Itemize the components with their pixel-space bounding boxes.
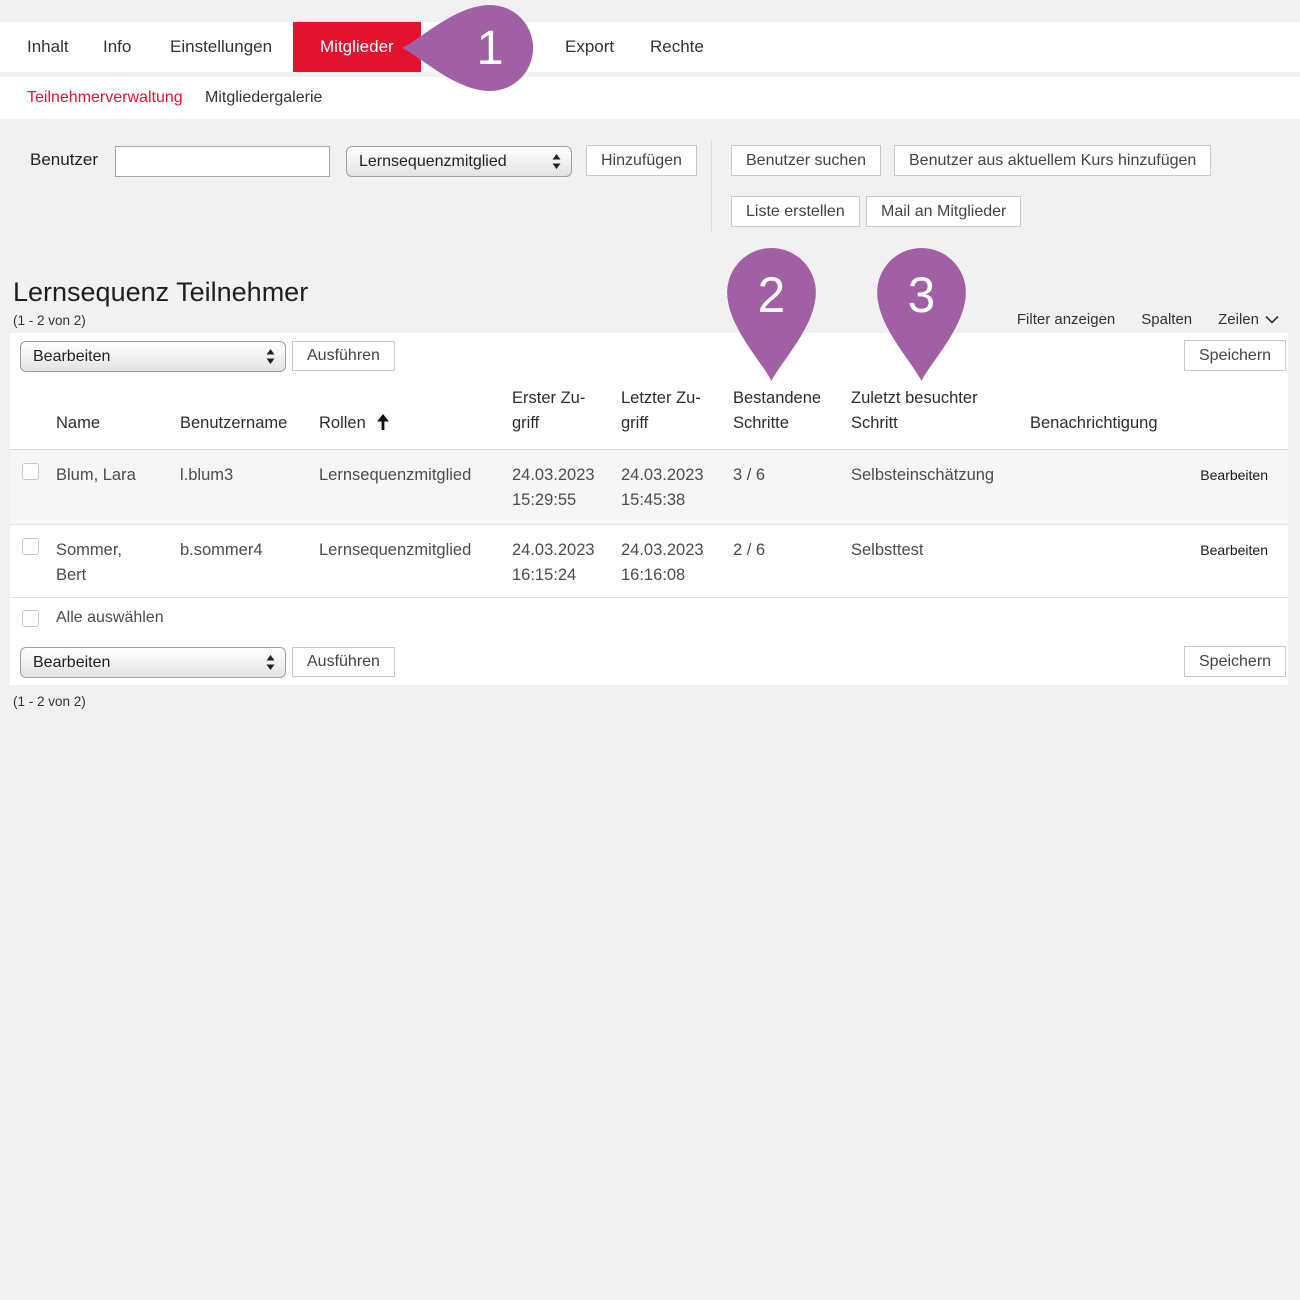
ausfuehren-button-top[interactable]: Ausführen (292, 341, 395, 371)
subtab-teilnehmerverwaltung[interactable]: Teilnehmerverwaltung (27, 77, 183, 119)
col-header-erster-zugriff[interactable]: Erster Zu- griff (512, 386, 621, 449)
row-checkbox[interactable] (22, 538, 39, 555)
subtab-mitgliedergalerie[interactable]: Mitgliedergalerie (205, 77, 322, 119)
cell-last-step: Selbsttest (851, 525, 1030, 597)
cell-last-access: 24.03.202316:16:08 (621, 525, 733, 597)
table-row: Sommer,Bert b.sommer4 Lernsequenzmitglie… (10, 524, 1288, 598)
col-header-erster-zugriff-l2: griff (512, 411, 621, 436)
zeilen-link-label: Zeilen (1218, 311, 1259, 328)
table-tools: Filter anzeigen Spalten Zeilen (1017, 311, 1279, 328)
callout-3-number: 3 (908, 267, 936, 323)
cell-passed-steps: 2 / 6 (733, 525, 851, 597)
cell-passed-steps: 3 / 6 (733, 450, 851, 524)
benutzer-label: Benutzer (30, 150, 98, 170)
cell-name: Blum, Lara (56, 450, 180, 524)
col-header-bestandene-schritte[interactable]: Bestandene Schritte (733, 386, 851, 449)
cell-role: Lernsequenzmitglied (319, 525, 512, 597)
cell-username: b.sommer4 (180, 525, 319, 597)
zeilen-link[interactable]: Zeilen (1218, 311, 1279, 328)
form-divider (711, 140, 712, 231)
col-header-letzter-zugriff[interactable]: Letzter Zu- griff (621, 386, 733, 449)
role-select-value: Lernsequenzmitglied (359, 153, 552, 171)
row-bearbeiten-link[interactable]: Bearbeiten (1200, 467, 1268, 483)
col-header-letzter-zugriff-l1: Letzter Zu- (621, 386, 733, 411)
sort-ascending-icon (376, 414, 390, 430)
table-row: Blum, Lara l.blum3 Lernsequenzmitglied 2… (10, 450, 1288, 524)
page-title: Lernsequenz Teilnehmer (13, 277, 308, 308)
cell-first-access: 24.03.202315:29:55 (512, 450, 621, 524)
select-all-label: Alle auswählen (56, 609, 164, 627)
benutzer-aus-kurs-button[interactable]: Benutzer aus aktuellem Kurs hinzufügen (894, 145, 1211, 176)
cell-first-access: 24.03.202316:15:24 (512, 525, 621, 597)
col-header-benachrichtigung[interactable]: Benachrichtigung (1030, 411, 1180, 449)
result-count-top: (1 - 2 von 2) (13, 313, 86, 328)
col-header-erster-zugriff-l1: Erster Zu- (512, 386, 621, 411)
select-all-row: Alle auswählen (10, 598, 1288, 638)
speichern-button-top[interactable]: Speichern (1184, 340, 1286, 371)
user-search-input[interactable] (115, 146, 330, 177)
cell-notification (1030, 450, 1180, 524)
page: Inhalt Info Einstellungen Mitglieder Exp… (0, 0, 1300, 1300)
tab-export[interactable]: Export (565, 22, 614, 72)
cell-role: Lernsequenzmitglied (319, 450, 512, 524)
col-header-benutzername[interactable]: Benutzername (180, 411, 319, 449)
result-count-bottom: (1 - 2 von 2) (13, 694, 86, 709)
select-all-checkbox[interactable] (22, 610, 39, 627)
tab-info[interactable]: Info (103, 22, 131, 72)
col-header-zuletzt-l1: Zuletzt besuchter (851, 386, 1030, 411)
col-header-rollen[interactable]: Rollen (319, 411, 512, 449)
course-tab-bar: Inhalt Info Einstellungen Mitglieder Exp… (0, 22, 1300, 72)
col-header-zuletzt-l2: Schritt (851, 411, 1030, 436)
tab-mitglieder-active[interactable]: Mitglieder (293, 22, 421, 72)
members-subnav: Teilnehmerverwaltung Mitgliedergalerie (0, 77, 1300, 119)
col-header-zuletzt-besuchter-schritt[interactable]: Zuletzt besuchter Schritt (851, 386, 1030, 449)
tab-einstellungen[interactable]: Einstellungen (170, 22, 272, 72)
chevron-down-icon (1265, 315, 1279, 324)
bulk-action-value-bottom: Bearbeiten (33, 654, 266, 672)
cell-notification (1030, 525, 1180, 597)
col-header-name[interactable]: Name (56, 411, 180, 449)
spalten-link[interactable]: Spalten (1141, 311, 1192, 328)
bulk-action-select-top[interactable]: Bearbeiten (20, 341, 286, 372)
tab-inhalt[interactable]: Inhalt (27, 22, 69, 72)
select-updown-icon (552, 154, 561, 169)
col-header-rollen-label: Rollen (319, 414, 366, 432)
col-header-bestandene-l2: Schritte (733, 411, 851, 436)
hinzufuegen-button[interactable]: Hinzufügen (586, 145, 697, 176)
bulk-action-value-top: Bearbeiten (33, 348, 266, 366)
bulk-action-select-bottom[interactable]: Bearbeiten (20, 647, 286, 678)
participants-table-panel: Bearbeiten Ausführen Speichern Name Benu… (10, 333, 1288, 685)
filter-anzeigen-link[interactable]: Filter anzeigen (1017, 311, 1115, 328)
row-checkbox[interactable] (22, 463, 39, 480)
col-header-letzter-zugriff-l2: griff (621, 411, 733, 436)
cell-last-access: 24.03.202315:45:38 (621, 450, 733, 524)
cell-last-step: Selbsteinschätzung (851, 450, 1030, 524)
select-updown-icon (266, 655, 275, 670)
table-header-row: Name Benutzername Rollen Erster Zu- grif… (10, 385, 1288, 450)
callout-2-number: 2 (758, 267, 786, 323)
ausfuehren-button-bottom[interactable]: Ausführen (292, 647, 395, 677)
cell-name: Sommer,Bert (56, 525, 180, 597)
col-header-bestandene-l1: Bestandene (733, 386, 851, 411)
liste-erstellen-button[interactable]: Liste erstellen (731, 196, 860, 227)
row-bearbeiten-link[interactable]: Bearbeiten (1200, 542, 1268, 558)
mail-an-mitglieder-button[interactable]: Mail an Mitglieder (866, 196, 1021, 227)
role-select[interactable]: Lernsequenzmitglied (346, 146, 572, 177)
cell-username: l.blum3 (180, 450, 319, 524)
tab-rechte[interactable]: Rechte (650, 22, 704, 72)
speichern-button-bottom[interactable]: Speichern (1184, 646, 1286, 677)
select-updown-icon (266, 349, 275, 364)
benutzer-suchen-button[interactable]: Benutzer suchen (731, 145, 881, 176)
